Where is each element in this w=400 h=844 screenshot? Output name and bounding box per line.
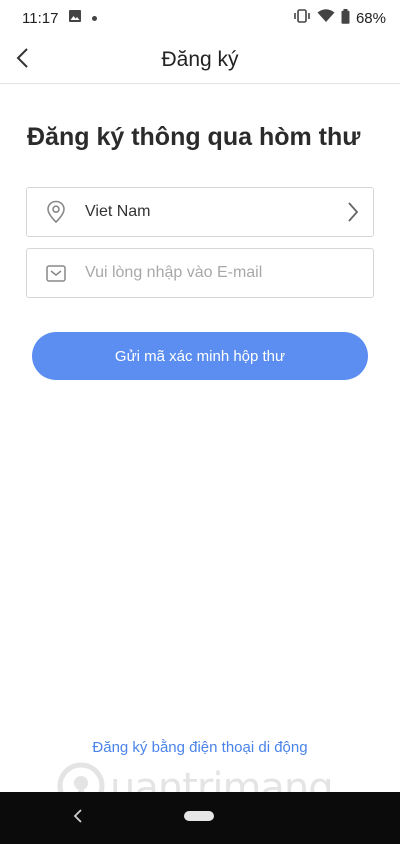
chevron-right-icon bbox=[347, 201, 359, 228]
image-notification-icon bbox=[68, 9, 82, 27]
country-value: Viet Nam bbox=[85, 203, 151, 220]
notification-dot-icon bbox=[92, 15, 98, 21]
battery-percentage: 68% bbox=[355, 9, 386, 27]
location-pin-icon bbox=[27, 188, 85, 236]
nav-home-button[interactable] bbox=[184, 811, 214, 821]
send-verification-button[interactable]: Gửi mã xác minh hộp thư bbox=[32, 332, 368, 380]
nav-back-icon bbox=[73, 808, 83, 828]
register-by-phone-link[interactable]: Đăng ký bằng điện thoại di động bbox=[0, 739, 400, 756]
section-heading: Đăng ký thông qua hòm thư bbox=[27, 123, 361, 151]
page-title: Đăng ký bbox=[161, 47, 239, 71]
chevron-left-icon bbox=[15, 47, 29, 74]
status-left: 11:17 bbox=[22, 9, 98, 27]
status-time: 11:17 bbox=[22, 9, 59, 27]
email-input[interactable] bbox=[85, 264, 355, 282]
battery-icon bbox=[341, 8, 350, 28]
wifi-icon bbox=[317, 9, 335, 27]
nav-back-button[interactable] bbox=[68, 808, 88, 828]
back-button[interactable] bbox=[6, 44, 38, 76]
mail-icon bbox=[27, 249, 85, 297]
vibrate-icon bbox=[293, 9, 311, 27]
status-right: 68% bbox=[293, 8, 386, 28]
system-nav-bar bbox=[0, 792, 400, 844]
app-bar: Đăng ký bbox=[0, 36, 400, 84]
email-field-container bbox=[26, 248, 374, 298]
country-selector[interactable]: Viet Nam bbox=[26, 187, 374, 237]
status-bar: 11:17 68% bbox=[0, 0, 400, 36]
